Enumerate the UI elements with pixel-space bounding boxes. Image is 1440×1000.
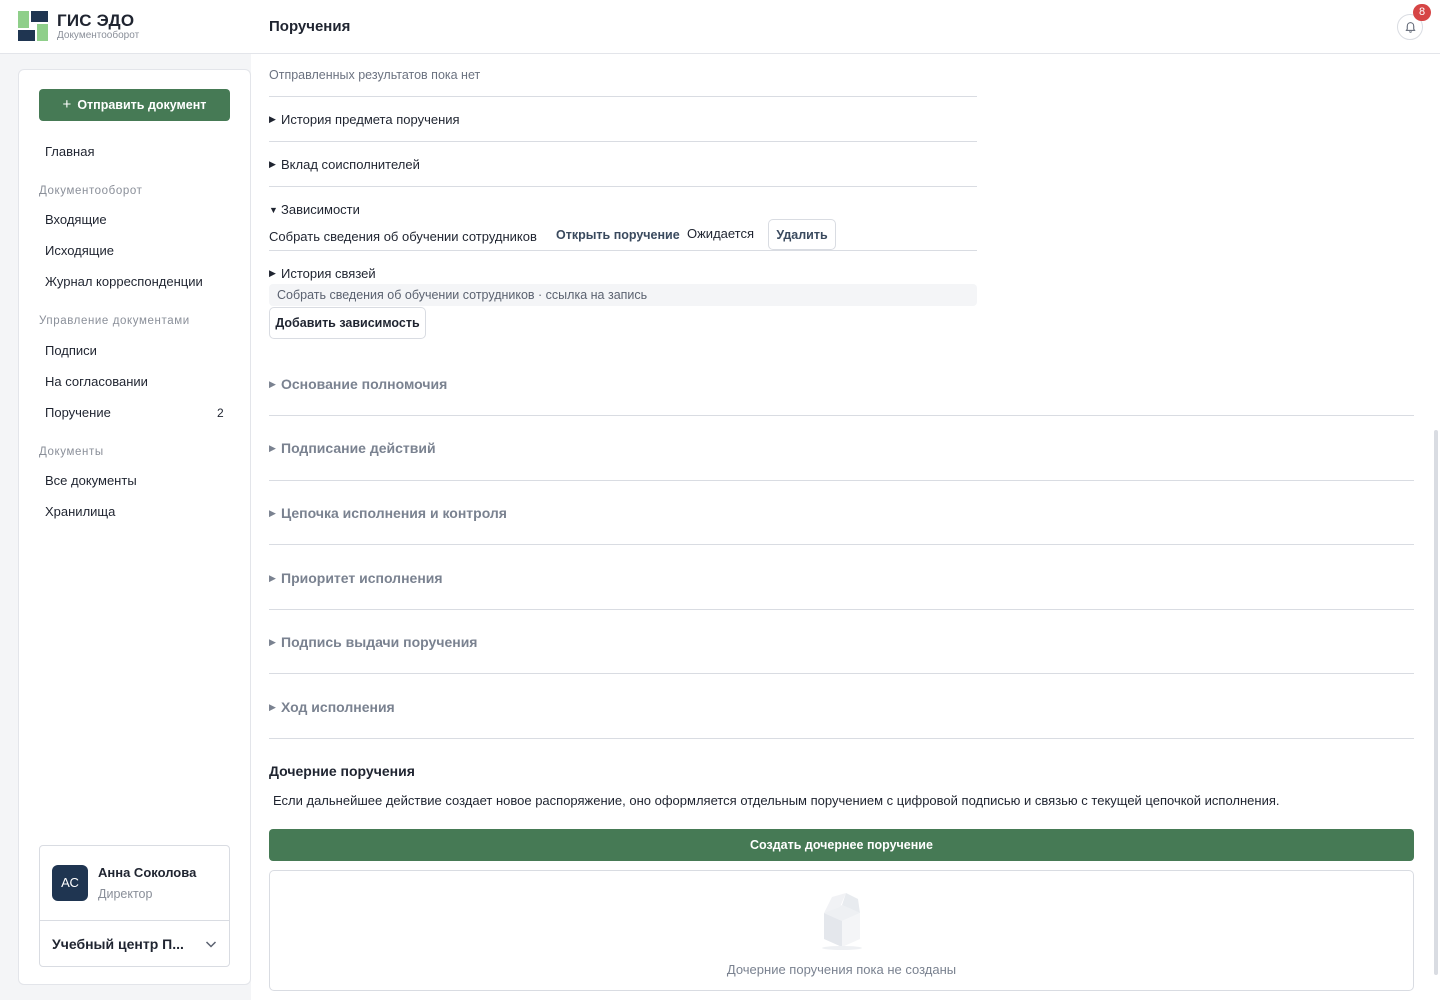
child-assignments-empty-state: Дочерние поручения пока не созданы bbox=[269, 870, 1414, 991]
sidebar-item-home[interactable]: Главная bbox=[45, 144, 225, 159]
triangle-right-icon: ▶ bbox=[269, 701, 276, 712]
sidebar-item-signatures[interactable]: Подписи bbox=[45, 343, 225, 358]
sidebar-section-workflow: Документооборот bbox=[39, 185, 143, 197]
divider bbox=[269, 96, 977, 97]
sidebar-item-all-documents[interactable]: Все документы bbox=[45, 473, 225, 488]
dependency-item: Собрать сведения об обучении сотрудников bbox=[269, 220, 537, 252]
send-document-button[interactable]: + Отправить документ bbox=[39, 89, 230, 121]
user-role: Директор bbox=[98, 887, 153, 901]
triangle-right-icon: ▶ bbox=[269, 378, 276, 389]
child-assignments-title: Дочерние поручения bbox=[269, 763, 415, 779]
co-executors-label: Вклад соисполнителей bbox=[281, 157, 420, 172]
divider bbox=[269, 415, 1414, 416]
add-dependency-button[interactable]: Добавить зависимость bbox=[269, 307, 426, 339]
sidebar-section-management: Управление документами bbox=[39, 315, 190, 327]
divider bbox=[40, 920, 229, 921]
section-label: Подпись выдачи поручения bbox=[281, 634, 478, 650]
divider bbox=[269, 544, 1414, 545]
child-assignments-description: Если дальнейшее действие создает новое р… bbox=[273, 793, 1280, 808]
sidebar-item-journal[interactable]: Журнал корреспонденции bbox=[45, 274, 225, 289]
brand-subtitle: Документооборот bbox=[57, 30, 140, 41]
divider bbox=[269, 480, 1414, 481]
divider bbox=[269, 250, 977, 251]
logo-icon[interactable] bbox=[18, 11, 50, 43]
triangle-down-icon: ▼ bbox=[269, 204, 278, 215]
link-history-entry: Собрать сведения об обучении сотрудников… bbox=[269, 284, 977, 306]
user-card: АС Анна Соколова Директор Учебный центр … bbox=[39, 845, 230, 967]
brand-title: ГИС ЭДО bbox=[57, 11, 135, 30]
triangle-right-icon: ▶ bbox=[269, 268, 276, 278]
section-label: Приоритет исполнения bbox=[281, 570, 443, 586]
section-action-signing[interactable]: ▶ Подписание действий bbox=[269, 440, 436, 456]
co-executors-toggle[interactable]: ▶ Вклад соисполнителей bbox=[269, 157, 420, 172]
organization-name[interactable]: Учебный центр П... bbox=[52, 936, 192, 952]
triangle-right-icon: ▶ bbox=[269, 572, 276, 583]
section-issue-signature[interactable]: ▶ Подпись выдачи поручения bbox=[269, 634, 477, 650]
sidebar-item-approval[interactable]: На согласовании bbox=[45, 374, 225, 389]
dependencies-label: Зависимости bbox=[281, 202, 360, 217]
create-child-assignment-button[interactable]: Создать дочернее поручение bbox=[269, 829, 1414, 861]
triangle-right-icon: ▶ bbox=[269, 507, 276, 518]
section-label: Цепочка исполнения и контроля bbox=[281, 505, 507, 521]
bell-icon bbox=[1405, 22, 1416, 33]
assignment-count: 2 bbox=[217, 406, 224, 420]
page-title: Поручения bbox=[269, 18, 351, 35]
sidebar-item-outgoing[interactable]: Исходящие bbox=[45, 243, 225, 258]
triangle-right-icon: ▶ bbox=[269, 159, 276, 169]
sidebar-item-incoming[interactable]: Входящие bbox=[45, 212, 225, 227]
avatar[interactable]: АС bbox=[52, 865, 88, 901]
section-label: Основание полномочия bbox=[281, 376, 448, 392]
dependency-item-title: Собрать сведения об обучении сотрудников bbox=[269, 228, 537, 244]
user-name: Анна Соколова bbox=[98, 865, 197, 880]
divider bbox=[269, 186, 977, 187]
triangle-right-icon: ▶ bbox=[269, 442, 276, 453]
scrollbar[interactable] bbox=[1434, 430, 1438, 975]
notifications-badge: 8 bbox=[1413, 4, 1431, 21]
main-content: Отправленных результатов пока нет ▶ Исто… bbox=[251, 54, 1440, 1000]
sidebar-item-assignment[interactable]: Поручение bbox=[45, 405, 225, 420]
dependency-status: Ожидается bbox=[687, 226, 755, 241]
section-label: Ход исполнения bbox=[281, 699, 395, 715]
history-subject-toggle[interactable]: ▶ История предмета поручения bbox=[269, 112, 460, 127]
delete-dependency-button[interactable]: Удалить bbox=[768, 219, 836, 250]
triangle-right-icon: ▶ bbox=[269, 114, 276, 124]
results-empty-text: Отправленных результатов пока нет bbox=[269, 68, 481, 82]
section-label: Подписание действий bbox=[281, 440, 436, 456]
sidebar-item-storage[interactable]: Хранилища bbox=[45, 504, 225, 519]
history-subject-label: История предмета поручения bbox=[281, 112, 460, 127]
plus-icon: + bbox=[62, 96, 72, 113]
dependencies-toggle[interactable]: ▼ Зависимости bbox=[269, 202, 360, 217]
empty-state-text: Дочерние поручения пока не созданы bbox=[726, 962, 957, 977]
section-execution-chain[interactable]: ▶ Цепочка исполнения и контроля bbox=[269, 505, 507, 521]
sidebar: + Отправить документ Главная Документооб… bbox=[18, 69, 251, 985]
send-document-label: Отправить документ bbox=[77, 98, 207, 112]
triangle-right-icon: ▶ bbox=[269, 636, 276, 647]
app-header: ГИС ЭДО Документооборот Поручения 8 bbox=[0, 0, 1440, 54]
sidebar-section-documents: Документы bbox=[39, 446, 104, 458]
section-authority-basis[interactable]: ▶ Основание полномочия bbox=[269, 376, 447, 392]
divider bbox=[269, 738, 1414, 739]
divider bbox=[269, 673, 1414, 674]
chevron-down-icon[interactable] bbox=[204, 937, 218, 951]
empty-box-icon bbox=[822, 893, 862, 950]
link-history-toggle[interactable]: ▶ История связей bbox=[269, 266, 376, 281]
section-execution-priority[interactable]: ▶ Приоритет исполнения bbox=[269, 570, 443, 586]
section-execution-progress[interactable]: ▶ Ход исполнения bbox=[269, 699, 395, 715]
link-history-label: История связей bbox=[281, 266, 376, 281]
open-assignment-link[interactable]: Открыть поручение bbox=[556, 228, 680, 242]
divider bbox=[269, 609, 1414, 610]
divider bbox=[269, 141, 977, 142]
